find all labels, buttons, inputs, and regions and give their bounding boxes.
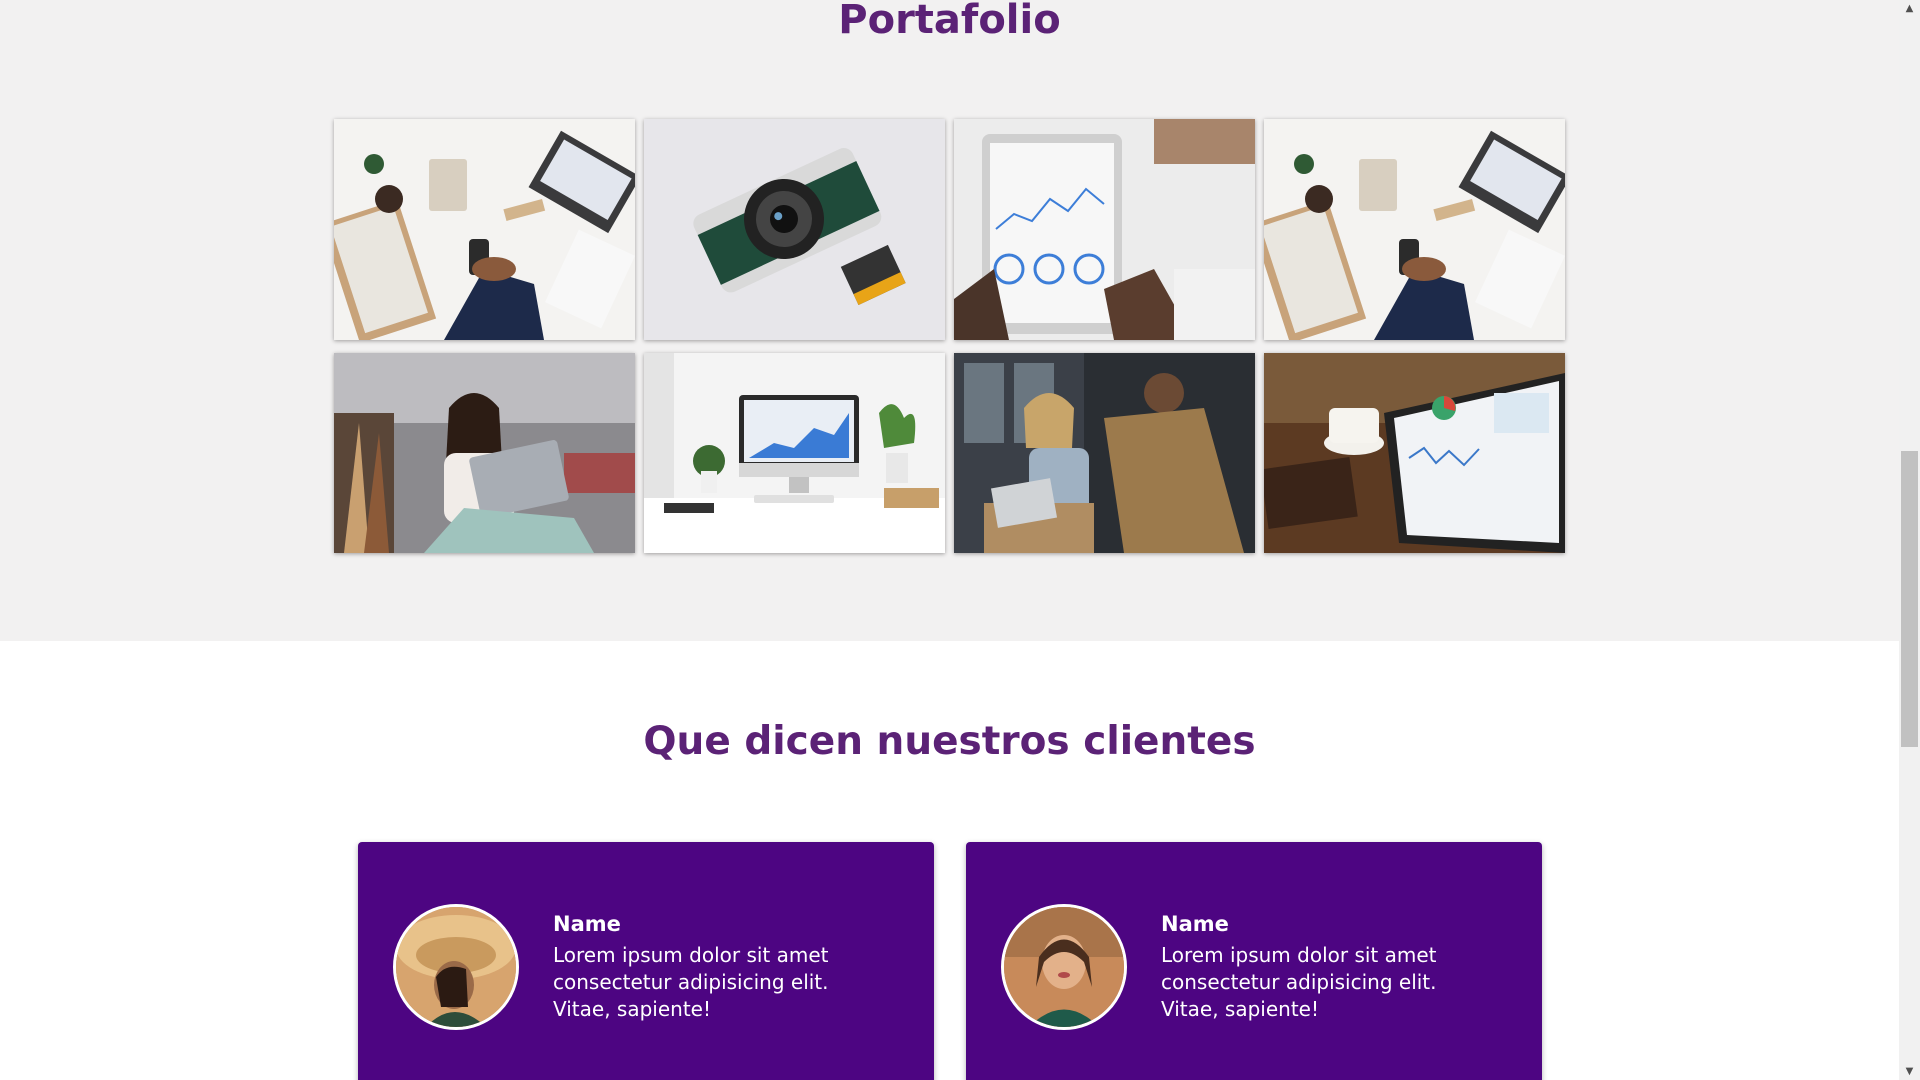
avatar-photo <box>396 907 516 1027</box>
portfolio-image-business-desk-2[interactable] <box>1264 119 1565 340</box>
scrollbar-thumb[interactable] <box>1901 451 1918 747</box>
avatar <box>1001 904 1127 1030</box>
woman-laptop-image <box>334 353 635 553</box>
imac-workspace-image <box>644 353 945 553</box>
team-discussion-image <box>954 353 1255 553</box>
triangle-down-icon[interactable]: ▼ <box>1899 1063 1920 1080</box>
tablet-dashboard-image <box>1264 353 1565 553</box>
testimonials-title: Que dicen nuestros clientes <box>643 719 1256 764</box>
portfolio-image-woman-laptop[interactable] <box>334 353 635 553</box>
avatar-photo <box>1004 907 1124 1027</box>
business-desk-image-2 <box>1264 119 1565 340</box>
portfolio-image-imac-workspace[interactable] <box>644 353 945 553</box>
triangle-up-icon[interactable]: ▲ <box>1899 0 1920 17</box>
testimonials-section: Que dicen nuestros clientes Name Lorem i… <box>0 641 1899 1080</box>
testimonial-name: Name <box>1161 912 1229 936</box>
testimonial-name: Name <box>553 912 621 936</box>
testimonial-text: Lorem ipsum dolor sit amet consectetur a… <box>1161 943 1437 1021</box>
page: Portafolio Que dicen nuestros clientes N… <box>0 0 1920 1080</box>
portfolio-image-business-desk[interactable] <box>334 119 635 340</box>
portfolio-image-tablet-analytics[interactable] <box>954 119 1255 340</box>
portfolio-image-camera[interactable] <box>644 119 945 340</box>
portfolio-image-tablet-dashboard[interactable] <box>1264 353 1565 553</box>
testimonial-card: Name Lorem ipsum dolor sit amet consecte… <box>358 842 934 1080</box>
testimonial-card: Name Lorem ipsum dolor sit amet consecte… <box>966 842 1542 1080</box>
tablet-analytics-image <box>954 119 1255 340</box>
camera-image <box>644 119 945 340</box>
avatar <box>393 904 519 1030</box>
testimonial-text: Lorem ipsum dolor sit amet consectetur a… <box>553 943 829 1021</box>
portfolio-image-team-discussion[interactable] <box>954 353 1255 553</box>
business-desk-image <box>334 119 635 340</box>
portfolio-section: Portafolio <box>0 0 1899 641</box>
vertical-scrollbar[interactable]: ▲ ▼ <box>1899 0 1920 1080</box>
portfolio-title: Portafolio <box>838 0 1061 43</box>
